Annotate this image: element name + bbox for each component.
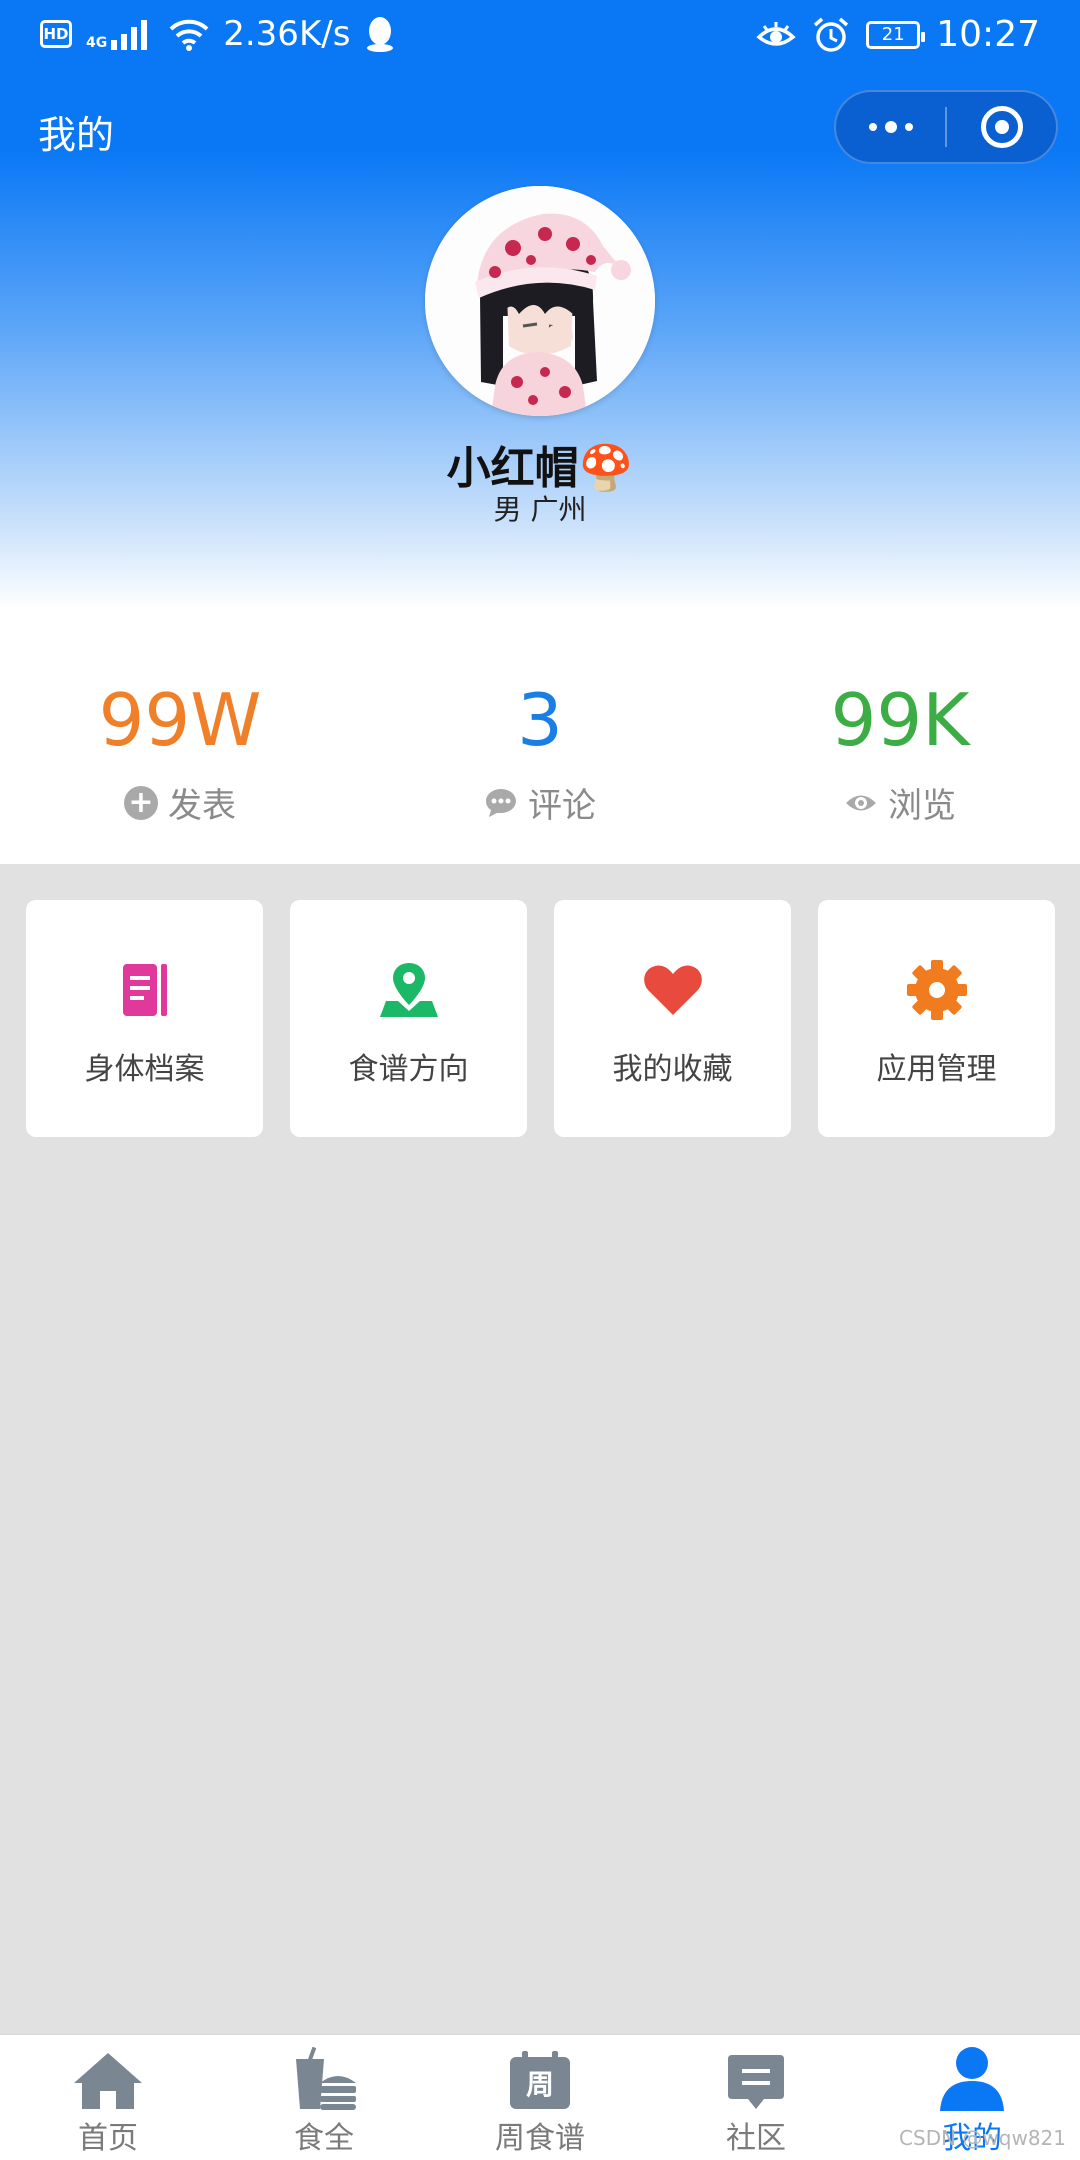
battery-icon: 21 [866,20,926,49]
target-icon [980,106,1023,148]
battery-level: 21 [881,24,905,45]
calendar-icon-text: 周 [525,2068,554,2101]
gear-icon [906,960,967,1020]
menu-card-recipe-direction[interactable]: 食谱方向 [290,900,527,1137]
more-dots-icon [868,121,913,133]
menu-card-label: 身体档案 [84,1052,205,1087]
hd-badge: HD [40,20,72,48]
stat-views-label: 浏览 [888,786,956,826]
stat-posts-value: 99W [98,678,262,762]
mushroom-emoji: 🍄 [578,443,634,494]
menu-card-favorites[interactable]: 我的收藏 [554,900,791,1137]
signal-icon: 4G [86,18,155,50]
tab-label: 社区 [726,2121,786,2156]
tab-community[interactable]: 社区 [648,2035,864,2160]
drink-burger-icon [296,2047,356,2110]
status-bar: HD 4G 2.36K/s 21 10:27 [0,0,1080,72]
alarm-icon [814,17,849,52]
user-name: 小红帽🍄 [0,432,1080,496]
stat-views[interactable]: 99K 浏览 [720,676,1080,827]
more-button[interactable] [836,92,945,162]
tab-food[interactable]: 食全 [216,2035,432,2160]
notebook-icon [122,964,167,1016]
qq-icon [367,17,394,52]
feature-grid: 身体档案 食谱方向 我的收藏 应用管理 [26,900,1056,1137]
eye-icon [846,795,876,810]
stat-posts-label: 发表 [168,786,236,826]
network-speed: 2.36K/s [223,14,351,54]
watermark: CSDN @wqw821 [899,2126,1066,2150]
eye-care-icon [756,21,796,46]
stat-comments-label: 评论 [528,786,596,826]
page-title: 我的 [38,113,115,157]
menu-card-body-profile[interactable]: 身体档案 [26,900,263,1137]
clock-time: 10:27 [936,14,1040,55]
tab-label: 周食谱 [495,2121,585,2156]
stat-comments-value: 3 [517,678,563,762]
tab-label: 食全 [294,2121,354,2156]
stat-posts[interactable]: 99W + 发表 [0,676,360,827]
avatar[interactable] [425,186,655,416]
menu-card-app-management[interactable]: 应用管理 [818,900,1055,1137]
network-type: 4G [86,35,108,51]
stat-views-value: 99K [830,678,970,762]
mini-program-capsule [834,90,1058,164]
user-gender-city: 男 广州 [493,493,587,526]
user-icon [940,2047,1004,2111]
wifi-icon [169,19,209,51]
close-mini-program-button[interactable] [947,92,1056,162]
tab-label: 首页 [78,2121,138,2156]
plus-circle-icon: + [124,785,158,820]
user-name-text: 小红帽 [446,443,579,494]
menu-card-label: 应用管理 [876,1052,997,1087]
home-icon [74,2053,142,2109]
comment-icon [486,788,516,817]
chat-icon [728,2055,784,2109]
menu-card-label: 食谱方向 [348,1052,469,1087]
map-pin-icon [379,963,438,1017]
stat-comments[interactable]: 3 评论 [360,676,720,827]
tab-home[interactable]: 首页 [0,2035,216,2160]
menu-card-label: 我的收藏 [612,1052,733,1087]
heart-icon [643,965,702,1015]
tab-weekly-recipes[interactable]: 周 周食谱 [432,2035,648,2160]
stats-panel: 99W + 发表 3 评论 99K 浏览 [0,620,1080,864]
